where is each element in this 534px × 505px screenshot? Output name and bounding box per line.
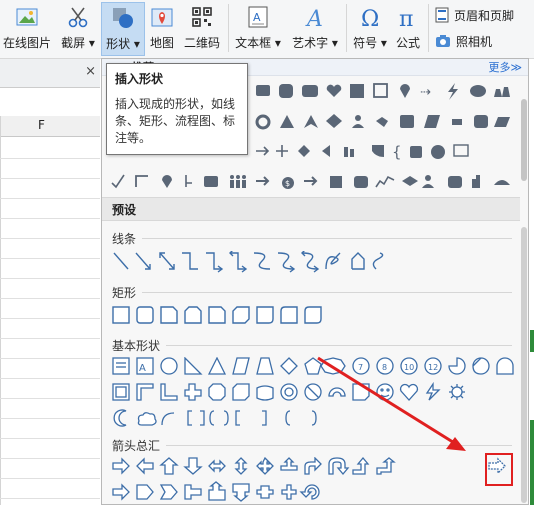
annotation-highlight-box — [485, 453, 513, 486]
annotation-overlay — [317, 356, 513, 486]
annotation-arrow-line — [317, 356, 457, 446]
